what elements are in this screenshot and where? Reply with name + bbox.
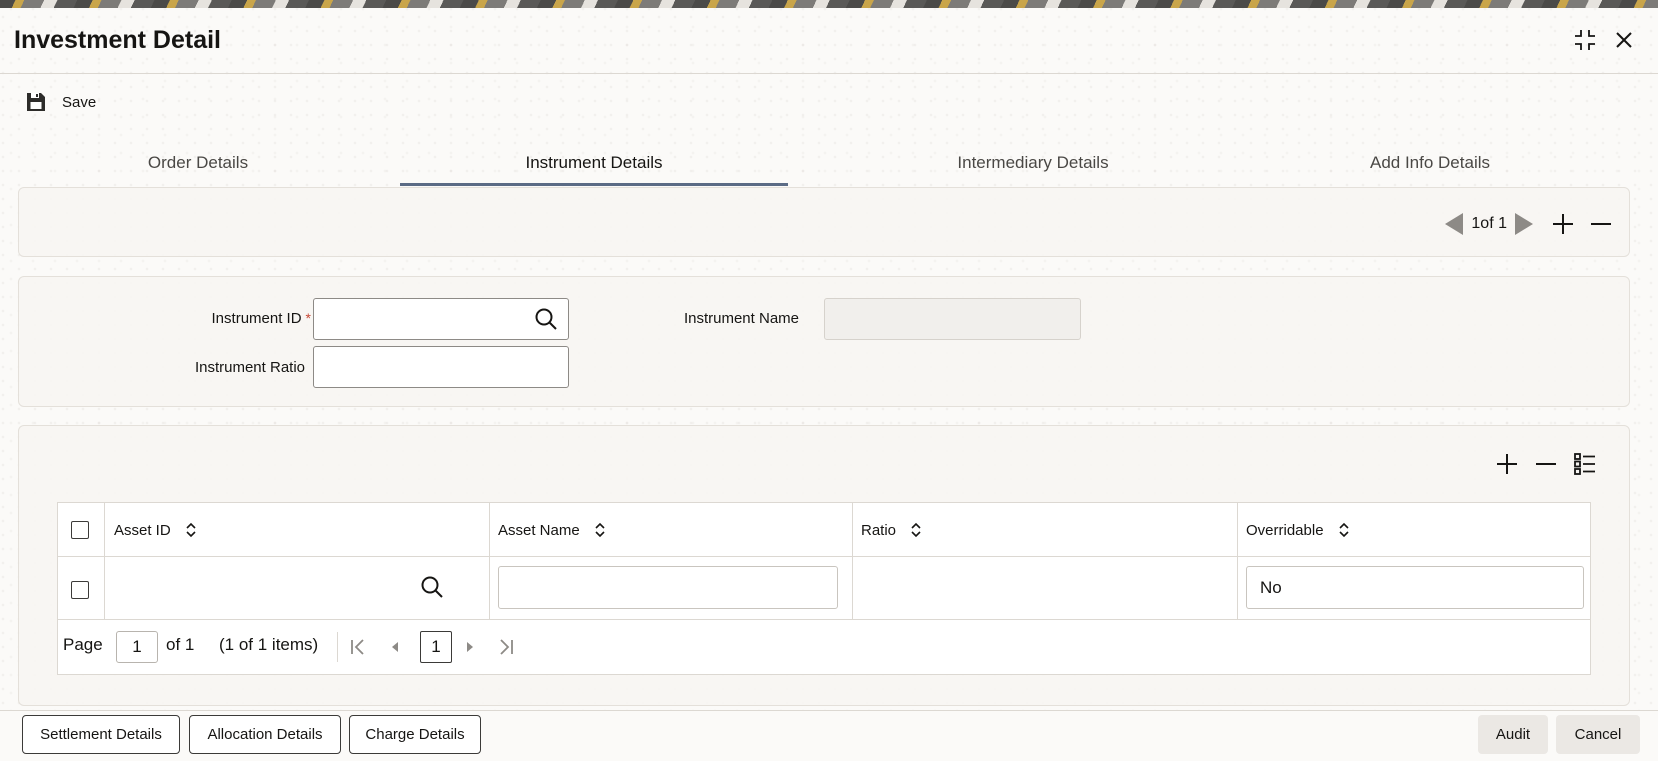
add-row-button[interactable]: [1493, 450, 1521, 478]
tab-intermediary-details[interactable]: Intermediary Details: [836, 140, 1230, 186]
grid-toolbar: [1482, 450, 1599, 478]
page-number-input[interactable]: 1: [116, 631, 158, 663]
page-total: of 1: [166, 635, 195, 654]
audit-button[interactable]: Audit: [1478, 715, 1548, 754]
overridable-value: No: [1260, 577, 1282, 597]
sort-icon: [595, 522, 605, 538]
table-header: Asset ID Asset Name Ratio Overridable: [58, 503, 1590, 557]
column-label: Asset ID: [114, 521, 171, 539]
required-mark: *: [305, 310, 311, 326]
list-view-icon: [1574, 453, 1595, 475]
instrument-id-input[interactable]: [313, 298, 569, 340]
delete-record-button[interactable]: [1587, 210, 1615, 238]
next-page-icon[interactable]: [460, 637, 480, 657]
close-icon[interactable]: [1612, 28, 1636, 52]
tab-bar: Order Details Instrument Details Interme…: [18, 140, 1630, 186]
save-label: Save: [62, 93, 97, 111]
asset-table: Asset ID Asset Name Ratio Overridable No…: [57, 502, 1591, 675]
column-header-ratio[interactable]: Ratio: [861, 503, 922, 557]
search-icon[interactable]: [419, 574, 445, 600]
previous-page-icon[interactable]: [385, 637, 405, 657]
page-label: Page: [63, 635, 103, 654]
instrument-id-label-text: Instrument ID: [211, 310, 302, 327]
minus-icon: [1591, 223, 1611, 225]
tab-order-details[interactable]: Order Details: [18, 140, 378, 186]
current-page-button[interactable]: 1: [420, 631, 452, 663]
instrument-ratio-label: Instrument Ratio: [194, 359, 305, 376]
sort-icon: [1338, 522, 1349, 538]
delete-row-button[interactable]: [1532, 450, 1560, 478]
next-record-icon[interactable]: [1515, 213, 1533, 235]
column-header-overridable[interactable]: Overridable: [1246, 503, 1350, 557]
previous-record-icon[interactable]: [1445, 213, 1464, 235]
compress-icon[interactable]: [1573, 28, 1597, 52]
sort-icon: [911, 522, 921, 538]
instrument-name-label: Instrument Name: [683, 310, 799, 327]
column-label: Overridable: [1246, 521, 1324, 539]
sort-icon: [186, 522, 196, 538]
first-page-icon[interactable]: [348, 637, 368, 657]
page-title: Investment Detail: [14, 26, 222, 54]
table-row: No: [58, 557, 1590, 620]
column-header-asset-id[interactable]: Asset ID: [114, 503, 197, 557]
record-navigation-panel: 1of 1: [18, 187, 1630, 257]
table-pagination: Page 1 of 1 (1 of 1 items) 1: [58, 620, 1590, 674]
row-checkbox[interactable]: [71, 581, 89, 599]
plus-icon: [1497, 454, 1517, 474]
tab-instrument-details[interactable]: Instrument Details: [400, 140, 788, 186]
tab-add-info-details[interactable]: Add Info Details: [1230, 140, 1630, 186]
instrument-name-field: [824, 298, 1081, 340]
cancel-button[interactable]: Cancel: [1556, 715, 1640, 754]
overridable-field[interactable]: No: [1246, 566, 1584, 609]
pagination-divider: [337, 632, 338, 662]
instrument-ratio-input[interactable]: [313, 346, 569, 388]
search-icon[interactable]: [533, 306, 559, 332]
top-banner-strip: [0, 0, 1658, 8]
floppy-disk-icon: [27, 93, 45, 111]
asset-grid-panel: Asset ID Asset Name Ratio Overridable No…: [18, 425, 1630, 706]
minus-icon: [1536, 463, 1556, 465]
plus-icon: [1553, 214, 1573, 234]
column-label: Asset Name: [498, 521, 580, 539]
column-header-asset-name[interactable]: Asset Name: [498, 503, 606, 557]
column-label: Ratio: [861, 521, 897, 539]
charge-details-button[interactable]: Charge Details: [349, 715, 481, 754]
footer-action-bar: Settlement Details Allocation Details Ch…: [0, 710, 1658, 761]
header-divider: [0, 73, 1658, 74]
single-record-view-button[interactable]: [1571, 450, 1599, 478]
add-record-button[interactable]: [1549, 210, 1577, 238]
last-page-icon[interactable]: [496, 637, 516, 657]
allocation-details-button[interactable]: Allocation Details: [189, 715, 341, 754]
items-count: (1 of 1 items): [219, 635, 319, 654]
settlement-details-button[interactable]: Settlement Details: [22, 715, 180, 754]
record-count: 1of 1: [1471, 215, 1507, 232]
save-button[interactable]: Save: [24, 88, 96, 116]
instrument-form-panel: Instrument ID * Instrument Name Instrumen…: [18, 276, 1630, 407]
select-all-checkbox[interactable]: [71, 521, 89, 539]
asset-name-input[interactable]: [498, 566, 838, 609]
instrument-id-label: Instrument ID *: [139, 310, 311, 327]
record-pager: 1of 1: [1445, 208, 1615, 240]
